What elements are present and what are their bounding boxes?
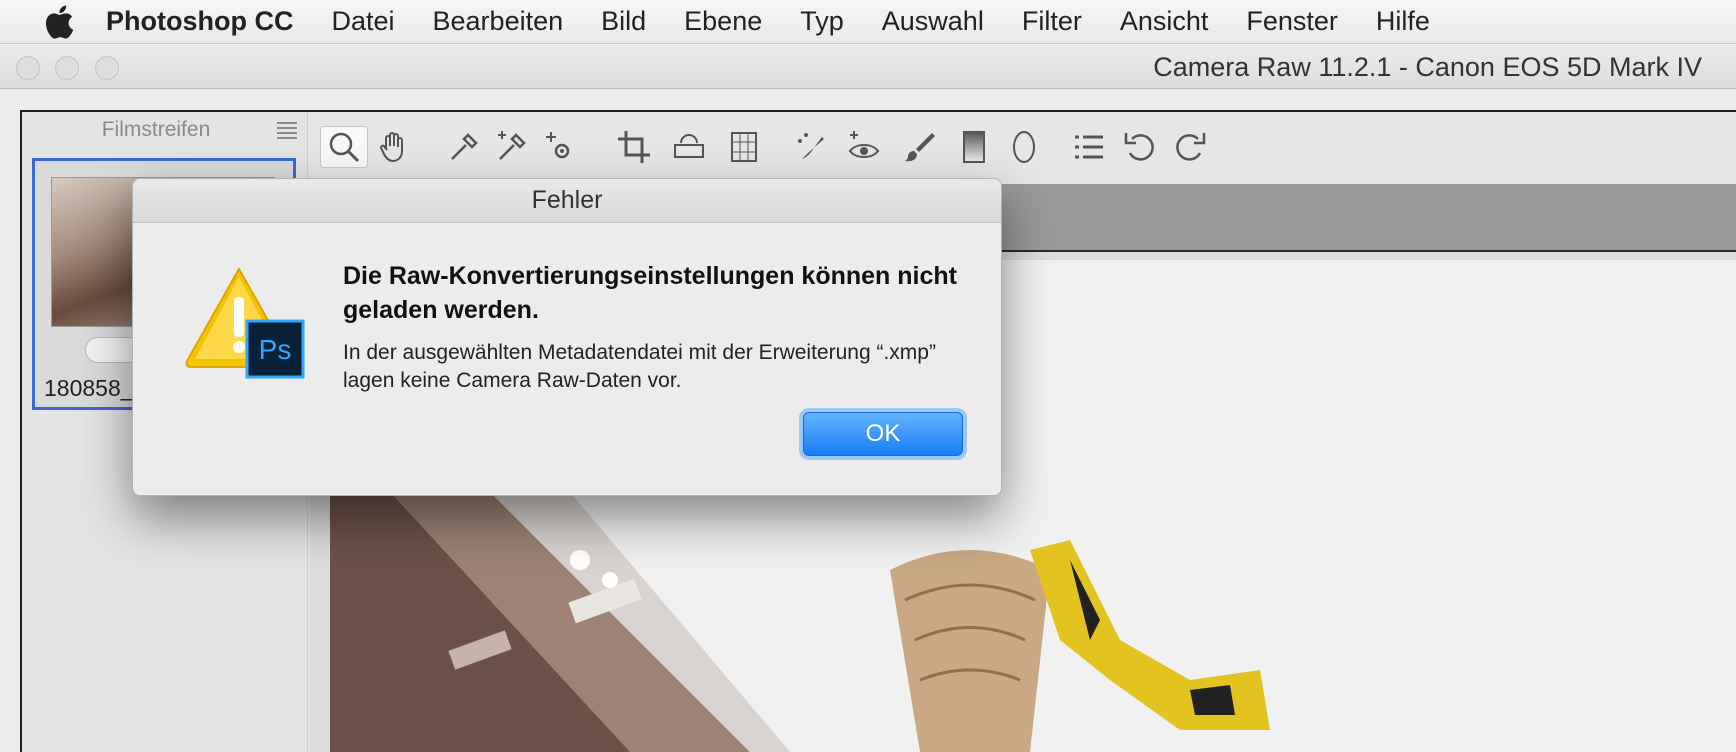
list-menu-icon[interactable] (277, 122, 297, 142)
preferences-list-icon[interactable] (1065, 126, 1113, 168)
close-window-button[interactable] (16, 56, 40, 80)
warning-photoshop-icon: Ps (183, 263, 311, 383)
targeted-adjustment-icon[interactable] (536, 126, 584, 168)
color-sampler-icon[interactable] (488, 126, 536, 168)
white-balance-icon[interactable] (440, 126, 488, 168)
apple-logo-icon[interactable] (36, 0, 82, 44)
zoom-icon[interactable] (320, 126, 368, 168)
menu-auswahl[interactable]: Auswahl (882, 6, 984, 37)
thumbnail-filename: 180858_ (44, 375, 134, 401)
dialog-heading: Die Raw-Konvertierungseinstellungen könn… (343, 262, 957, 324)
rotate-right-icon[interactable] (1166, 126, 1214, 168)
rotate-left-icon[interactable] (1116, 126, 1164, 168)
ps-badge-text: Ps (259, 334, 292, 365)
red-eye-icon[interactable] (840, 126, 888, 168)
menu-ebene[interactable]: Ebene (684, 6, 762, 37)
menu-filter[interactable]: Filter (1022, 6, 1082, 37)
menu-ansicht[interactable]: Ansicht (1120, 6, 1209, 37)
camera-raw-toolbar (310, 112, 1736, 184)
zoom-window-button[interactable] (95, 56, 119, 80)
window-titlebar: Camera Raw 11.2.1 - Canon EOS 5D Mark IV (0, 45, 1736, 89)
spot-removal-icon[interactable] (788, 126, 836, 168)
error-dialog: Fehler Ps Die Raw-Konvertierungseinstell… (132, 178, 1002, 496)
crop-icon[interactable] (610, 126, 658, 168)
menu-fenster[interactable]: Fenster (1246, 6, 1338, 37)
menu-bild[interactable]: Bild (601, 6, 646, 37)
graduated-filter-icon[interactable] (950, 126, 998, 168)
radial-filter-icon[interactable] (1000, 126, 1048, 168)
ok-button[interactable]: OK (803, 412, 963, 456)
minimize-window-button[interactable] (55, 56, 79, 80)
menu-datei[interactable]: Datei (331, 6, 394, 37)
transform-icon[interactable] (720, 126, 768, 168)
filmstrip-title: Filmstreifen (101, 118, 211, 141)
menu-typ[interactable]: Typ (800, 6, 844, 37)
adjustment-brush-icon[interactable] (896, 126, 944, 168)
menu-hilfe[interactable]: Hilfe (1376, 6, 1430, 37)
menu-bearbeiten[interactable]: Bearbeiten (433, 6, 564, 37)
straighten-icon[interactable] (665, 126, 713, 168)
menu-app-name[interactable]: Photoshop CC (106, 6, 293, 37)
hand-icon[interactable] (370, 126, 418, 168)
window-title: Camera Raw 11.2.1 - Canon EOS 5D Mark IV (1153, 52, 1702, 82)
dialog-message: In der ausgewählten Metadatendatei mit d… (343, 341, 936, 392)
menu-bar: Photoshop CC Datei Bearbeiten Bild Ebene… (0, 0, 1736, 44)
dialog-title: Fehler (133, 179, 1001, 223)
